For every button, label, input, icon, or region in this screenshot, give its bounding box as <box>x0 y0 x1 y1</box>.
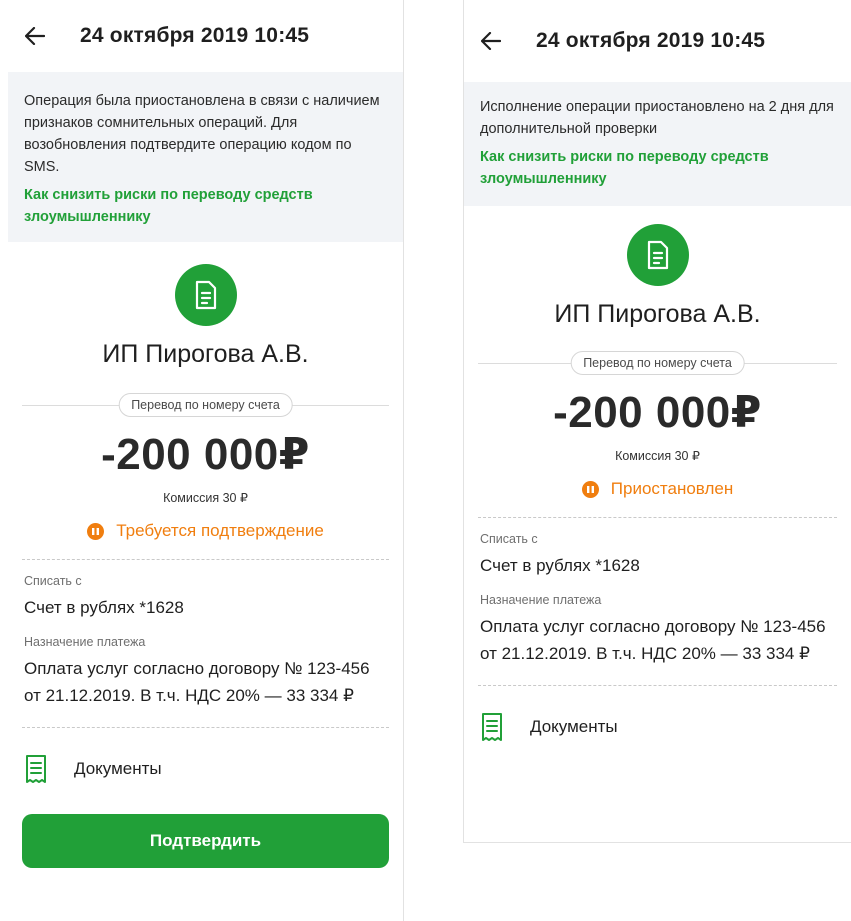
pause-icon <box>87 522 105 540</box>
transfer-type-badge: Перевод по номеру счета <box>570 351 745 375</box>
page-title: 24 октября 2019 10:45 <box>536 29 766 52</box>
risk-info-link[interactable]: Как снизить риски по переводу средств зл… <box>480 146 835 190</box>
suspicious-operation-notice: Операция была приостановлена в связи с н… <box>8 72 403 242</box>
transfer-type-badge: Перевод по номеру счета <box>118 393 293 417</box>
arrow-left-icon[interactable] <box>480 30 502 52</box>
receipt-icon <box>26 755 46 783</box>
payee-name: ИП Пирогова А.В. <box>102 340 309 368</box>
status-text: Требуется подтверждение <box>116 521 324 540</box>
debit-account: Счет в рублях *1628 <box>480 556 640 575</box>
confirm-button[interactable]: Подтвердить <box>22 814 389 868</box>
header: 24 октября 2019 10:45 <box>464 0 851 82</box>
purpose-text: Оплата услуг согласно договору № 123-456… <box>24 659 370 705</box>
dashed-divider <box>22 727 389 728</box>
documents-row[interactable]: Документы <box>8 744 403 794</box>
document-icon <box>174 264 237 326</box>
documents-row[interactable]: Документы <box>464 702 851 752</box>
dashed-divider <box>22 559 389 560</box>
documents-label: Документы <box>74 759 162 778</box>
suspension-notice: Исполнение операции приостановлено на 2 … <box>464 82 851 206</box>
transfer-type-row: Перевод по номеру счета <box>22 391 389 421</box>
status: Требуется подтверждение <box>8 521 403 541</box>
dashed-divider <box>478 517 837 518</box>
documents-label: Документы <box>530 717 618 736</box>
purpose-text: Оплата услуг согласно договору № 123-456… <box>480 617 826 663</box>
debit-label: Списать с <box>24 574 82 588</box>
amount: -200 000₽ <box>101 430 310 479</box>
pause-icon <box>581 480 599 498</box>
status-text: Приостановлен <box>610 479 734 498</box>
payee-name: ИП Пирогова А.В. <box>554 300 761 328</box>
operation-screen-suspended: 24 октября 2019 10:45 Исполнение операци… <box>463 0 851 843</box>
dashed-divider <box>478 685 837 686</box>
commission: Комиссия 30 ₽ <box>163 491 248 505</box>
status: Приостановлен <box>464 479 851 499</box>
header: 24 октября 2019 10:45 <box>8 0 403 72</box>
arrow-left-icon[interactable] <box>24 25 46 47</box>
document-icon <box>626 224 689 286</box>
receipt-icon <box>482 713 502 741</box>
debit-label: Списать с <box>480 532 538 546</box>
operation-screen-confirm: 24 октября 2019 10:45 Операция была прио… <box>8 0 404 921</box>
amount: -200 000₽ <box>553 388 762 437</box>
transfer-type-row: Перевод по номеру счета <box>478 349 837 379</box>
page-title: 24 октября 2019 10:45 <box>80 24 310 47</box>
debit-account: Счет в рублях *1628 <box>24 598 184 617</box>
notice-text: Исполнение операции приостановлено на 2 … <box>480 99 834 137</box>
purpose-label: Назначение платежа <box>480 593 602 607</box>
commission: Комиссия 30 ₽ <box>615 449 700 463</box>
risk-info-link[interactable]: Как снизить риски по переводу средств зл… <box>24 184 387 228</box>
purpose-label: Назначение платежа <box>24 635 146 649</box>
notice-text: Операция была приостановлена в связи с н… <box>24 93 380 175</box>
